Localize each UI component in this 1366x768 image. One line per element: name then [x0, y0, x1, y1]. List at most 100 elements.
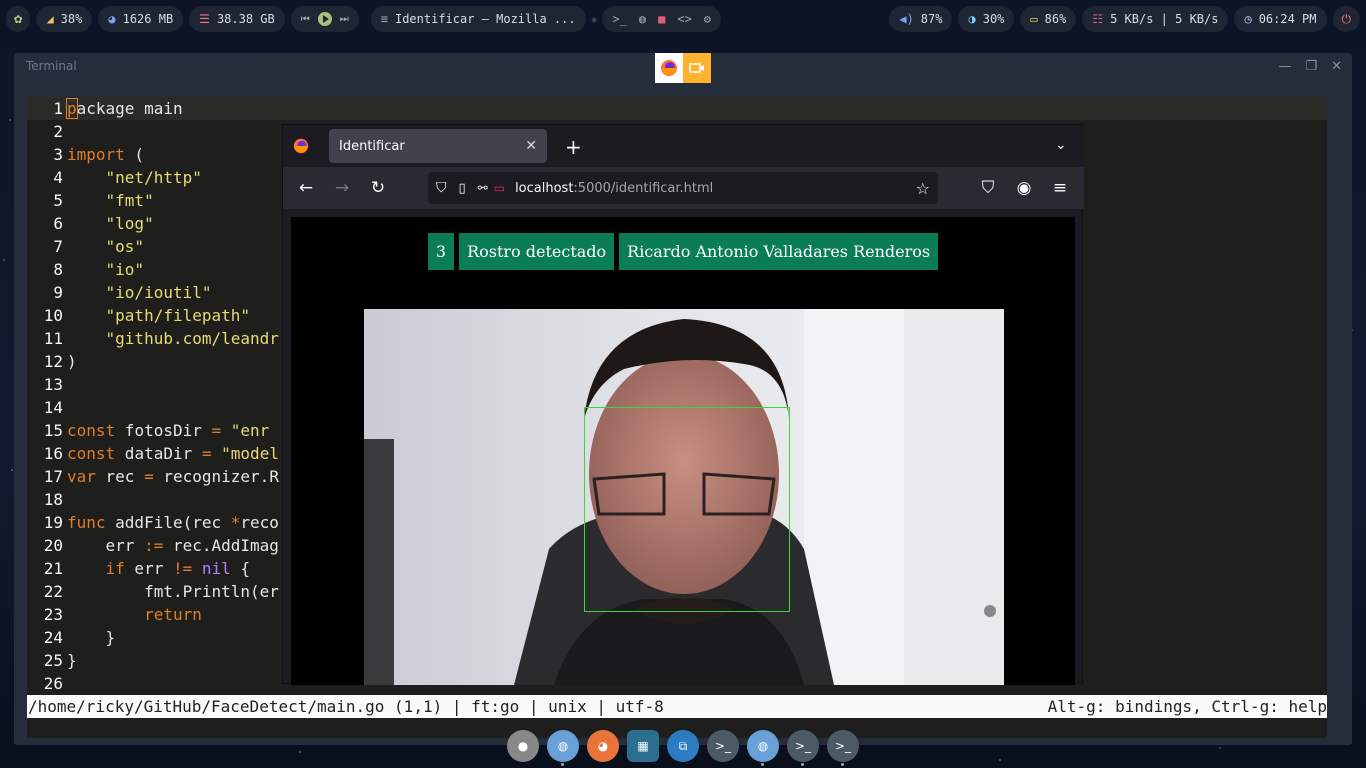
brightness-value: 30% — [982, 12, 1005, 26]
power-icon: ⏻ — [1341, 11, 1352, 26]
brightness-widget[interactable]: ◑ 30% — [958, 6, 1015, 32]
back-icon[interactable]: ← — [293, 175, 319, 201]
dock-apps-icon[interactable]: ▦ — [627, 730, 659, 762]
play-icon[interactable] — [317, 12, 332, 26]
next-icon[interactable]: ⏭ — [340, 14, 349, 25]
code-line[interactable]: 16 const dataDir = "model — [27, 442, 279, 465]
code-line[interactable]: 23 return — [27, 603, 202, 626]
code-line[interactable]: 11 "github.com/leandr — [27, 327, 279, 350]
code-line[interactable]: 9 "io/ioutil" — [27, 281, 211, 304]
volume-value: 87% — [920, 12, 943, 26]
volume-widget[interactable]: ◀) 87% — [889, 6, 953, 32]
code-text: "path/filepath" — [105, 306, 251, 325]
account-icon[interactable]: ◉ — [1011, 175, 1037, 201]
code-line[interactable]: 5 "fmt" — [27, 189, 153, 212]
bookmark-star-icon[interactable]: ☆ — [916, 179, 930, 198]
dock-browser-icon[interactable]: ◍ — [547, 730, 579, 766]
power-button[interactable]: ⏻ — [1332, 6, 1360, 32]
network-widget[interactable]: ☷ 5 KB/s | 5 KB/s — [1082, 6, 1229, 32]
code-line[interactable]: 13 — [27, 373, 67, 396]
line-number: 26 — [43, 674, 63, 693]
previous-icon[interactable]: ⏮ — [301, 14, 310, 25]
close-icon[interactable]: ✕ — [1331, 59, 1342, 74]
code-line[interactable]: 26 — [27, 672, 67, 695]
line-number: 1 — [53, 99, 63, 118]
line-number: 17 — [43, 467, 63, 486]
url-text: localhost:5000/identificar.html — [515, 181, 713, 196]
code-text: func addFile(rec *reco — [67, 513, 279, 532]
line-number: 15 — [43, 421, 63, 440]
code-line[interactable]: 8 "io" — [27, 258, 144, 281]
shield-icon[interactable]: ⛉ — [436, 180, 447, 196]
minimize-icon[interactable]: — — [1278, 59, 1291, 74]
running-indicator — [841, 763, 844, 766]
code-icon[interactable]: <> — [677, 12, 691, 26]
line-number: 5 — [53, 191, 63, 210]
firefox-view-icon[interactable] — [292, 137, 310, 159]
dock-vscode-icon[interactable]: ⧉ — [667, 730, 699, 762]
code-text: if err != nil { — [105, 559, 251, 578]
code-line[interactable]: 15 const fotosDir = "enr — [27, 419, 270, 442]
active-window-widget[interactable]: ≡ Identificar — Mozilla ... — [370, 6, 586, 32]
dock-firefox-icon[interactable]: ◕ — [587, 730, 619, 762]
memory-widget[interactable]: ◕ 1626 MB — [98, 6, 184, 32]
line-number: 21 — [43, 559, 63, 578]
clock-value: 06:24 PM — [1258, 12, 1317, 26]
code-line[interactable]: 12) — [27, 350, 77, 373]
reload-icon[interactable]: ↻ — [365, 175, 391, 201]
running-indicator — [561, 763, 564, 766]
code-line[interactable]: 10 "path/filepath" — [27, 304, 250, 327]
camera-sharing-icon[interactable]: ▭ — [494, 181, 505, 195]
line-number: 11 — [43, 329, 63, 348]
launcher-button[interactable]: ✿ — [6, 6, 31, 32]
dock-browser-2-icon[interactable]: ◍ — [747, 730, 779, 766]
battery-widget[interactable]: ▭ 86% — [1020, 6, 1077, 32]
terminal-icon[interactable]: >_ — [612, 12, 626, 26]
dock-settings-icon[interactable]: ● — [507, 730, 539, 762]
line-number: 10 — [43, 306, 63, 325]
folder-icon[interactable]: ■ — [658, 12, 665, 26]
code-line[interactable]: 18 — [27, 488, 67, 511]
globe-icon[interactable]: ◍ — [639, 12, 646, 26]
tab-identificar[interactable]: Identificar ✕ — [329, 129, 547, 163]
dock-terminal-2-icon[interactable]: >_ — [787, 730, 819, 766]
pocket-icon[interactable]: ⛉ — [975, 175, 1001, 201]
code-line[interactable]: 20 err := rec.AddImag — [27, 534, 279, 557]
disk-widget[interactable]: ☰ 38.38 GB — [189, 6, 285, 32]
camera-tray-icon[interactable] — [683, 53, 711, 83]
code-line[interactable]: 17 var rec = recognizer.R — [27, 465, 279, 488]
code-line[interactable]: 25} — [27, 649, 77, 672]
app-menu-icon[interactable]: ≡ — [1047, 175, 1073, 201]
code-line[interactable]: 21 if err != nil { — [27, 557, 250, 580]
forward-icon[interactable]: → — [329, 175, 355, 201]
tab-close-icon[interactable]: ✕ — [525, 138, 537, 154]
code-line[interactable]: 6 "log" — [27, 212, 153, 235]
line-number: 22 — [43, 582, 63, 601]
code-line[interactable]: 3 import ( — [27, 143, 144, 166]
line-number: 24 — [43, 628, 63, 647]
code-line[interactable]: 4 "net/http" — [27, 166, 202, 189]
line-number: 23 — [43, 605, 63, 624]
maximize-icon[interactable]: ❐ — [1305, 59, 1317, 74]
code-line[interactable]: 7 "os" — [27, 235, 144, 258]
identified-person-chip: Ricardo Antonio Valladares Renderos — [619, 233, 939, 270]
dock-terminal-icon[interactable]: >_ — [707, 730, 739, 762]
code-line[interactable]: 22 fmt.Println(er — [27, 580, 279, 603]
dock-terminal-3-icon[interactable]: >_ — [827, 730, 859, 766]
settings-icon[interactable]: ⚙ — [704, 12, 711, 26]
clock-widget[interactable]: ◷ 06:24 PM — [1234, 6, 1327, 32]
url-bar[interactable]: ⛉ ▯ ⚯ ▭ localhost:5000/identificar.html … — [428, 172, 938, 204]
list-tabs-icon[interactable]: ⌄ — [1055, 137, 1067, 153]
result-chips: 3 Rostro detectado Ricardo Antonio Valla… — [291, 233, 1075, 270]
permissions-icon[interactable]: ⚯ — [478, 181, 488, 195]
code-line[interactable]: 14 — [27, 396, 67, 419]
code-line[interactable]: 19 func addFile(rec *reco — [27, 511, 279, 534]
page-info-icon[interactable]: ▯ — [459, 181, 466, 196]
code-line[interactable]: 24 } — [27, 626, 115, 649]
tab-strip: Identificar ✕ + ⌄ — [283, 125, 1084, 167]
new-tab-icon[interactable]: + — [565, 135, 582, 159]
code-line[interactable]: 1 package main — [27, 97, 183, 120]
code-line[interactable]: 2 — [27, 120, 67, 143]
firefox-tray-icon[interactable] — [655, 53, 683, 83]
cpu-widget[interactable]: ◢ 38% — [36, 6, 93, 32]
